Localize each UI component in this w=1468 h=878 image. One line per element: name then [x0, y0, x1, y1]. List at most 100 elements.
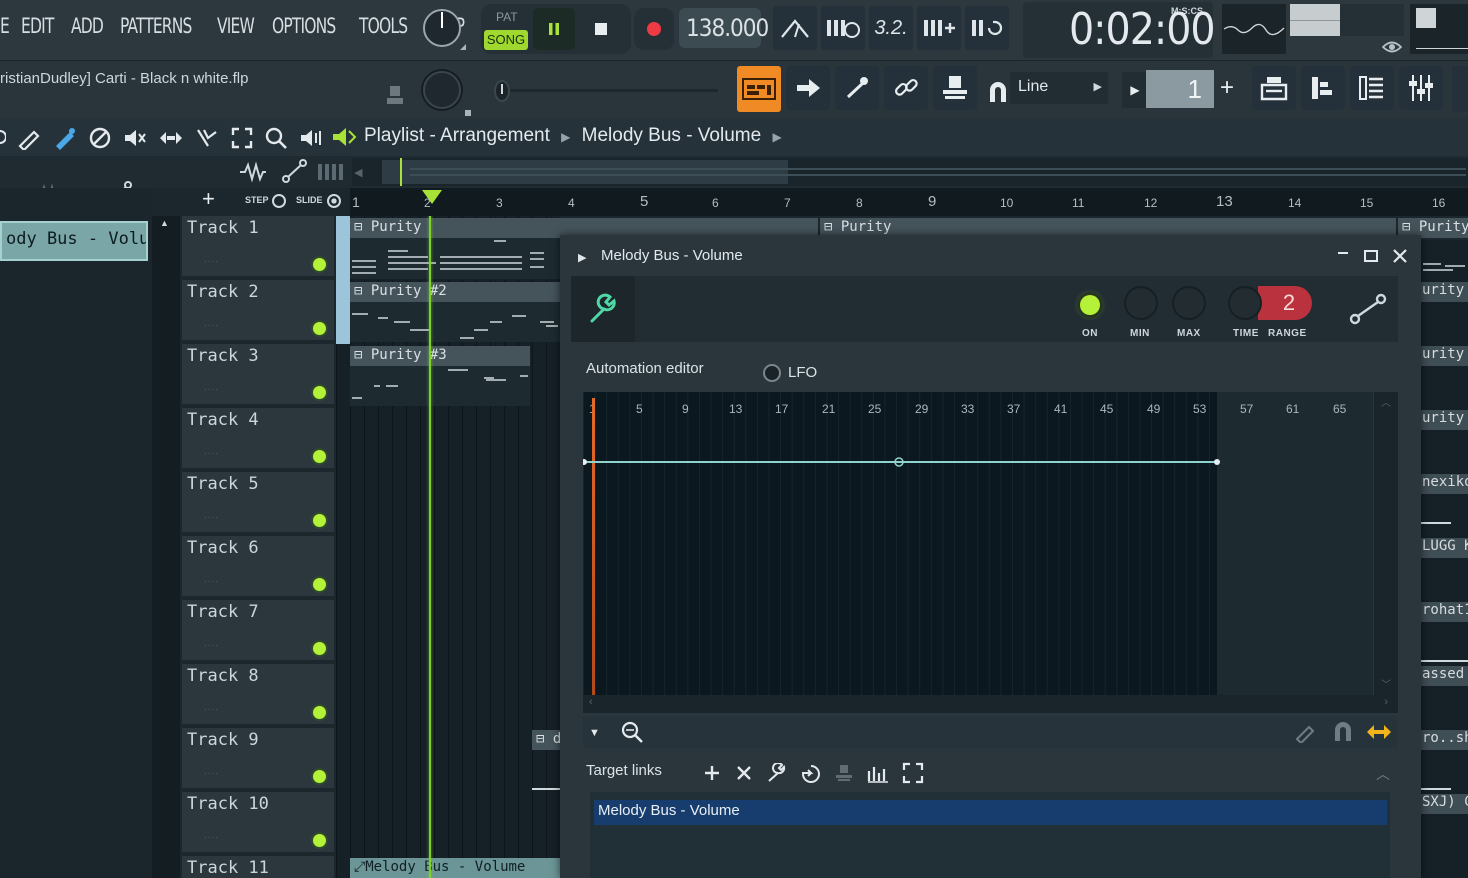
menu-options[interactable]: OPTIONS	[272, 14, 336, 44]
range-value[interactable]: 2	[1258, 286, 1312, 320]
track-header[interactable]: Track 4....	[182, 408, 334, 470]
piano-roll-button[interactable]	[835, 66, 879, 110]
track-header[interactable]: Track 7....	[182, 600, 334, 662]
track-mute-led[interactable]	[313, 450, 326, 463]
snap-dropdown[interactable]: Line ▶	[1010, 72, 1108, 104]
lfo-radio[interactable]	[763, 364, 781, 382]
automation-clip[interactable]: ⤢Melody Bus - Volume	[350, 858, 560, 878]
menu-tools[interactable]: TOOLS	[359, 14, 408, 44]
track-header[interactable]: Track 3....	[182, 344, 334, 406]
slip-tool-icon[interactable]	[158, 126, 184, 150]
pattern-clip-icon[interactable]	[316, 160, 344, 184]
automation-ruler[interactable]: 1 5 9 13 17 21 25 29 33 37 41 45 49 53 5…	[583, 392, 1373, 422]
ae-slip-icon[interactable]	[1366, 722, 1392, 742]
pattern-clip[interactable]: urity #	[1421, 346, 1468, 366]
blend-recording-button[interactable]	[917, 6, 961, 50]
pattern-selector[interactable]: 1	[1146, 70, 1214, 108]
pattern-clip[interactable]: urity #	[1421, 282, 1468, 302]
pause-button[interactable]	[533, 8, 575, 50]
track-header[interactable]: Track 5....	[182, 472, 334, 534]
menu-patterns[interactable]: PATTERNS	[120, 14, 192, 44]
track-header[interactable]: Track 9....	[182, 728, 334, 790]
plugin-settings-button[interactable]	[571, 276, 635, 342]
link-button[interactable]	[884, 66, 928, 110]
mixer-button[interactable]	[1399, 66, 1443, 110]
automation-hscroll[interactable]: ‹ ›	[583, 695, 1398, 713]
playlist-button[interactable]	[737, 66, 781, 112]
ae-pencil-icon[interactable]	[1294, 721, 1318, 743]
menu-file[interactable]: E	[0, 14, 10, 44]
countdown-button[interactable]: 3.2.	[869, 6, 913, 50]
menu-edit[interactable]: EDIT	[21, 14, 54, 44]
close-icon[interactable]	[1392, 248, 1408, 264]
window-menu-arrow-icon[interactable]: ▶	[578, 251, 586, 264]
minimize-icon[interactable]	[1337, 244, 1349, 256]
pattern-prev-button[interactable]: ▶	[1122, 72, 1148, 108]
link-settings-wrench-icon[interactable]	[766, 763, 788, 783]
track-mute-led[interactable]	[313, 514, 326, 527]
vertical-scrollbar[interactable]: ▲	[152, 216, 180, 878]
pattern-clip[interactable]: nexikod	[1421, 474, 1468, 494]
track-header[interactable]: Track 11	[182, 856, 334, 878]
clip-body[interactable]	[350, 366, 530, 406]
track-mute-led[interactable]	[313, 322, 326, 335]
pat-label[interactable]: PAT	[496, 10, 518, 24]
link-events-icon[interactable]	[866, 763, 890, 783]
link-import-icon[interactable]	[800, 763, 822, 783]
add-pattern-icon[interactable]: +	[1220, 74, 1234, 102]
pattern-clip[interactable]: urity #	[1421, 410, 1468, 430]
breadcrumb-arrow-icon[interactable]: ▶	[772, 130, 781, 144]
selected-clip-label[interactable]: ody Bus - Volume	[0, 221, 148, 261]
max-knob[interactable]	[1170, 284, 1208, 322]
track-header[interactable]: Track 8....	[182, 664, 334, 726]
track-header[interactable]: Track 10....	[182, 792, 334, 854]
breadcrumb-playlist[interactable]: Playlist - Arrangement	[364, 125, 550, 146]
link-fullscreen-icon[interactable]	[902, 762, 924, 784]
on-led[interactable]	[1080, 295, 1100, 315]
master-pitch-knob[interactable]	[418, 66, 474, 116]
overview-left-icon[interactable]: ◀	[354, 166, 362, 179]
zoom-tool-icon[interactable]	[264, 126, 288, 150]
automation-playhead[interactable]	[592, 398, 595, 695]
pattern-clip[interactable]: ⊟ d	[532, 730, 560, 750]
stop-button[interactable]	[580, 8, 622, 50]
track-mute-led[interactable]	[313, 834, 326, 847]
mute-tool-icon[interactable]	[122, 126, 148, 150]
playhead[interactable]	[429, 216, 431, 878]
slide-toggle[interactable]	[327, 194, 341, 208]
loop-recording-button[interactable]	[965, 6, 1009, 50]
pencil-icon[interactable]	[16, 126, 42, 150]
automation-curve[interactable]	[583, 452, 1223, 472]
main-volume-slider[interactable]	[490, 80, 718, 102]
time-knob[interactable]	[1226, 284, 1264, 322]
pattern-clip[interactable]: ⊟ Purity #3	[350, 346, 530, 366]
select-tool-icon[interactable]	[230, 126, 254, 150]
clip-body[interactable]	[350, 237, 560, 279]
eye-icon[interactable]	[1382, 40, 1402, 54]
ae-magnet-icon[interactable]	[1332, 721, 1354, 743]
automation-link-icon[interactable]	[1348, 292, 1388, 326]
master-volume-knob[interactable]	[420, 6, 468, 52]
tempo-display[interactable]: 138.000	[679, 8, 769, 48]
tool-edge-icon[interactable]	[0, 127, 6, 149]
track-header[interactable]: Track 1....	[182, 216, 334, 278]
auto-clip-icon[interactable]	[281, 158, 309, 184]
maximize-icon[interactable]	[1364, 249, 1378, 263]
add-track-icon[interactable]: +	[202, 186, 215, 212]
song-view-button[interactable]	[1252, 66, 1296, 110]
track-mute-led[interactable]	[313, 386, 326, 399]
step-toggle[interactable]	[272, 194, 286, 208]
track-mute-led[interactable]	[313, 642, 326, 655]
extra-view-button[interactable]	[1452, 66, 1468, 112]
link-stamp-icon[interactable]	[834, 763, 854, 783]
playlist-overview[interactable]: ◀	[352, 158, 1468, 186]
record-button[interactable]	[634, 8, 674, 50]
magnet-icon[interactable]	[986, 80, 1010, 104]
automation-vscroll[interactable]: ︿ ﹀	[1374, 392, 1398, 695]
pattern-clip[interactable]: LUGG K	[1421, 538, 1468, 558]
target-link-row[interactable]: Melody Bus - Volume	[594, 800, 1387, 825]
channel-list-button[interactable]	[1350, 66, 1394, 110]
track-header[interactable]: Track 6....	[182, 536, 334, 598]
collapse-icon[interactable]: ︿	[1376, 764, 1390, 784]
step-seq-button[interactable]	[1301, 66, 1345, 110]
